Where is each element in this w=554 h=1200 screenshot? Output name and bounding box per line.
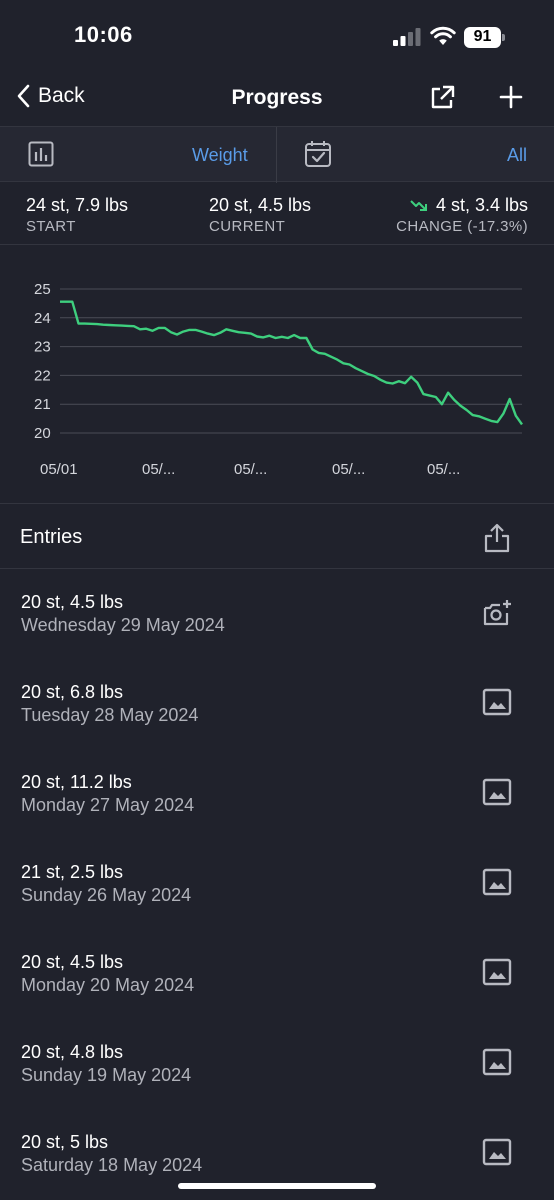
entry-date: Saturday 18 May 2024 — [21, 1155, 203, 1175]
change-label: CHANGE (-17.3%) — [396, 218, 528, 235]
entry-weight: 20 st, 11.2 lbs — [21, 772, 132, 792]
cellular-signal-icon — [393, 28, 421, 46]
list-item[interactable]: 20 st, 4.8 lbs Sunday 19 May 2024 — [0, 1020, 554, 1110]
status-bar: 10:06 91 — [0, 0, 554, 70]
range-selector[interactable]: All — [507, 145, 527, 166]
x-tick-label: 05/01 — [40, 461, 78, 478]
entry-date: Monday 20 May 2024 — [21, 975, 195, 995]
y-tick-label: 24 — [34, 310, 51, 327]
photo-icon[interactable] — [482, 1138, 512, 1171]
list-item[interactable]: 20 st, 11.2 lbs Monday 27 May 2024 — [0, 750, 554, 840]
bar-chart-icon[interactable] — [28, 141, 54, 167]
entry-weight: 20 st, 4.8 lbs — [21, 1042, 124, 1062]
entry-date: Sunday 26 May 2024 — [21, 885, 192, 905]
current-value: 20 st, 4.5 lbs — [209, 195, 312, 215]
weight-chart-svg: 25 24 23 22 21 20 05/01 05/... 05/... 05/... 05/..… — [34, 281, 523, 478]
y-tick-label: 22 — [34, 367, 51, 384]
x-tick-label: 05/... — [234, 461, 267, 478]
entry-weight: 20 st, 6.8 lbs — [21, 682, 124, 702]
home-indicator — [178, 1183, 376, 1189]
page-title: Progress — [231, 86, 323, 109]
filter-bar: Weight All — [0, 126, 554, 183]
start-value: 24 st, 7.9 lbs — [26, 195, 129, 215]
x-tick-label: 05/... — [142, 461, 175, 478]
share-icon[interactable] — [483, 523, 511, 553]
photo-icon[interactable] — [482, 868, 512, 901]
trend-down-icon — [410, 199, 427, 211]
stat-change: 4 st, 3.4 lbs CHANGE (-17.3%) — [396, 195, 528, 235]
add-photo-icon[interactable] — [482, 598, 514, 633]
x-tick-label: 05/... — [332, 461, 365, 478]
y-tick-label: 23 — [34, 339, 51, 356]
photo-icon[interactable] — [482, 1048, 512, 1081]
entry-date: Monday 27 May 2024 — [21, 795, 195, 815]
list-item[interactable]: 20 st, 6.8 lbs Tuesday 28 May 2024 — [0, 660, 554, 750]
wifi-icon — [430, 26, 456, 45]
calendar-check-icon[interactable] — [304, 140, 332, 168]
stat-current: 20 st, 4.5 lbs CURRENT — [209, 195, 311, 235]
metric-selector[interactable]: Weight — [192, 145, 248, 166]
photo-icon[interactable] — [482, 778, 512, 811]
photo-icon[interactable] — [482, 958, 512, 991]
photo-icon[interactable] — [482, 688, 512, 721]
battery-cap — [502, 34, 505, 41]
y-tick-label: 25 — [34, 281, 51, 298]
stats-summary: 24 st, 7.9 lbs START 20 st, 4.5 lbs CURR… — [0, 183, 554, 245]
list-item[interactable]: 21 st, 2.5 lbs Sunday 26 May 2024 — [0, 840, 554, 930]
entries-title: Entries — [20, 526, 83, 548]
y-tick-label: 20 — [34, 425, 51, 442]
entry-weight: 20 st, 5 lbs — [21, 1132, 109, 1152]
battery-level: 91 — [473, 28, 492, 45]
entry-weight: 20 st, 4.5 lbs — [21, 592, 124, 612]
entry-weight: 21 st, 2.5 lbs — [21, 862, 124, 882]
list-item[interactable]: 20 st, 4.5 lbs Wednesday 29 May 2024 — [0, 570, 554, 660]
entry-date: Wednesday 29 May 2024 — [21, 615, 225, 635]
status-time: 10:06 — [74, 22, 133, 47]
entry-date: Sunday 19 May 2024 — [21, 1065, 192, 1085]
y-tick-label: 21 — [34, 396, 51, 413]
change-value: 4 st, 3.4 lbs — [435, 195, 528, 215]
list-item[interactable]: 20 st, 4.5 lbs Monday 20 May 2024 — [0, 930, 554, 1020]
stat-start: 24 st, 7.9 lbs START — [26, 195, 128, 235]
battery-indicator: 91 — [464, 27, 506, 48]
nav-bar: Back Progress — [0, 70, 554, 126]
filter-divider — [276, 127, 277, 183]
open-external-icon[interactable] — [429, 85, 455, 111]
add-icon[interactable] — [499, 85, 523, 109]
entry-weight: 20 st, 4.5 lbs — [21, 952, 124, 972]
entry-date: Tuesday 28 May 2024 — [21, 705, 199, 725]
start-label: START — [26, 218, 76, 235]
x-tick-label: 05/... — [427, 461, 460, 478]
weight-series-line — [60, 300, 523, 426]
weight-chart: 25 24 23 22 21 20 05/01 05/... 05/... 05/... 05/..… — [0, 246, 554, 504]
current-label: CURRENT — [209, 218, 286, 235]
entries-list: 20 st, 4.5 lbs Wednesday 29 May 2024 20 st… — [0, 570, 554, 1200]
entries-header: Entries — [0, 505, 554, 569]
